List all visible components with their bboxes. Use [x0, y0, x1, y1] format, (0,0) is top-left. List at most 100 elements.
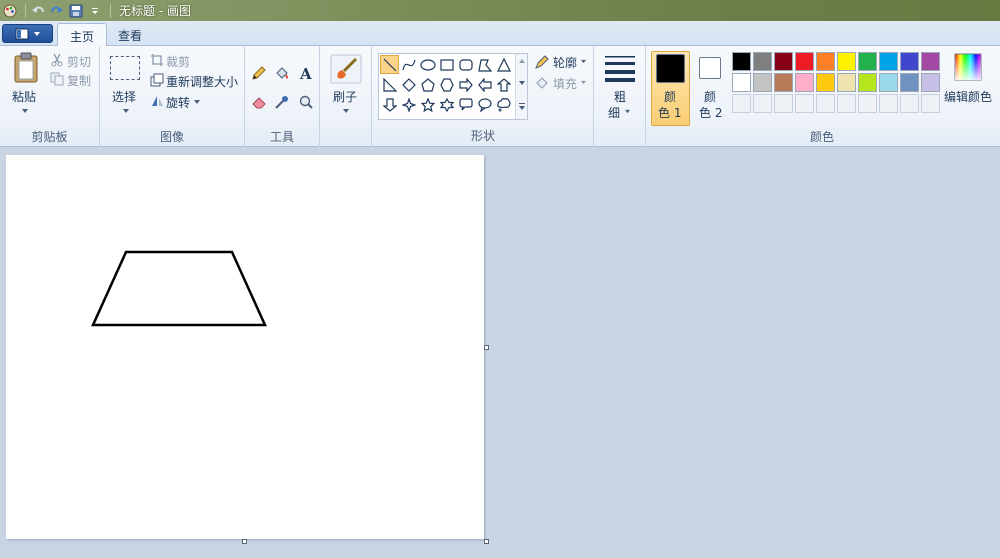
canvas-resize-handle-bottom[interactable] [242, 539, 247, 544]
qat-customize-chevron-icon[interactable] [87, 3, 103, 19]
palette-swatch[interactable] [732, 73, 751, 92]
custom-color-slot[interactable] [732, 94, 751, 113]
brushes-dropdown-chevron-icon[interactable] [342, 108, 350, 114]
cut-button[interactable]: 剪切 [67, 53, 91, 70]
rotate-dropdown-chevron-icon[interactable] [193, 99, 201, 105]
shape-line-icon[interactable] [380, 55, 399, 74]
save-icon[interactable] [68, 3, 84, 19]
shape-right-triangle-icon[interactable] [380, 75, 399, 94]
canvas-resize-handle-right[interactable] [484, 345, 489, 350]
palette-swatch[interactable] [795, 52, 814, 71]
custom-color-slot[interactable] [879, 94, 898, 113]
custom-color-slot[interactable] [858, 94, 877, 113]
brush-icon[interactable] [330, 54, 362, 84]
palette-swatch[interactable] [774, 73, 793, 92]
pencil-icon[interactable] [249, 63, 269, 83]
paste-button[interactable]: 粘贴 [12, 88, 36, 105]
custom-color-slot[interactable] [774, 94, 793, 113]
shape-triangle-icon[interactable] [494, 55, 513, 74]
size-dropdown-chevron-icon[interactable] [624, 109, 631, 114]
shapes-scroll-up-icon[interactable] [518, 58, 526, 64]
shape-pentagon-icon[interactable] [418, 75, 437, 94]
palette-swatch[interactable] [879, 52, 898, 71]
shapes-scroll-down-icon[interactable] [518, 80, 526, 86]
paint-menu-button[interactable] [2, 24, 53, 43]
palette-swatch[interactable] [795, 73, 814, 92]
size-icon[interactable] [604, 54, 636, 82]
palette-swatch[interactable] [753, 73, 772, 92]
redo-icon[interactable] [49, 3, 65, 19]
paint-app-icon[interactable] [2, 3, 18, 19]
tab-view[interactable]: 查看 [106, 23, 154, 47]
fill-icon[interactable] [272, 63, 292, 83]
palette-swatch[interactable] [732, 52, 751, 71]
shape-four-point-star-icon[interactable] [399, 95, 418, 114]
custom-color-slot[interactable] [921, 94, 940, 113]
drawing-canvas[interactable] [6, 155, 484, 539]
fill-button[interactable]: 填充 [553, 75, 577, 92]
palette-swatch[interactable] [753, 52, 772, 71]
custom-color-slot[interactable] [900, 94, 919, 113]
shape-cloud-callout-icon[interactable] [494, 95, 513, 114]
palette-swatch[interactable] [921, 52, 940, 71]
palette-swatch[interactable] [837, 52, 856, 71]
edit-colors-icon[interactable] [954, 53, 982, 81]
outline-button[interactable]: 轮廓 [553, 54, 577, 71]
copy-button[interactable]: 复制 [67, 72, 91, 89]
palette-swatch[interactable] [816, 73, 835, 92]
shape-six-point-star-icon[interactable] [437, 95, 456, 114]
canvas-resize-handle-corner[interactable] [484, 539, 489, 544]
shape-curve-icon[interactable] [399, 55, 418, 74]
outline-dropdown-chevron-icon[interactable] [580, 59, 587, 64]
rotate-button[interactable]: 旋转 [166, 94, 190, 111]
shape-five-point-star-icon[interactable] [418, 95, 437, 114]
shape-down-arrow-icon[interactable] [380, 95, 399, 114]
shape-oval-callout-icon[interactable] [475, 95, 494, 114]
undo-icon[interactable] [30, 3, 46, 19]
custom-color-slot[interactable] [837, 94, 856, 113]
palette-swatch[interactable] [858, 52, 877, 71]
color-picker-icon[interactable] [272, 92, 292, 112]
palette-swatch[interactable] [900, 73, 919, 92]
shape-left-arrow-icon[interactable] [475, 75, 494, 94]
palette-swatch[interactable] [816, 52, 835, 71]
custom-color-slot[interactable] [816, 94, 835, 113]
shape-oval-icon[interactable] [418, 55, 437, 74]
resize-button[interactable]: 重新调整大小 [166, 73, 238, 90]
paste-dropdown-chevron-icon[interactable] [21, 108, 29, 114]
magnifier-icon[interactable] [296, 92, 316, 112]
fill-dropdown-chevron-icon[interactable] [580, 80, 587, 85]
select-dropdown-chevron-icon[interactable] [122, 108, 130, 114]
tab-home[interactable]: 主页 [57, 23, 108, 47]
palette-swatch[interactable] [837, 73, 856, 92]
shape-up-arrow-icon[interactable] [494, 75, 513, 94]
palette-swatch[interactable] [858, 73, 877, 92]
size-label-line2[interactable]: 细 [608, 104, 620, 121]
shape-rounded-callout-icon[interactable] [456, 95, 475, 114]
edit-colors-button[interactable]: 编辑颜色 [944, 88, 992, 105]
brushes-button[interactable]: 刷子 [333, 88, 357, 105]
text-icon[interactable]: A [296, 63, 316, 83]
crop-button[interactable]: 裁剪 [166, 53, 190, 70]
trapezoid-shape[interactable] [91, 250, 267, 327]
select-icon[interactable] [110, 56, 140, 80]
size-label-line1[interactable]: 粗 [614, 88, 626, 105]
color1-swatch[interactable] [656, 54, 685, 83]
shape-hexagon-icon[interactable] [437, 75, 456, 94]
palette-swatch[interactable] [900, 52, 919, 71]
shapes-expand-icon[interactable] [518, 102, 526, 112]
shapes-scrollbar[interactable] [515, 54, 527, 119]
shape-polygon-icon[interactable] [475, 55, 494, 74]
palette-swatch[interactable] [921, 73, 940, 92]
shape-right-arrow-icon[interactable] [456, 75, 475, 94]
select-button[interactable]: 选择 [112, 88, 136, 105]
eraser-icon[interactable] [249, 92, 269, 112]
shape-rounded-rectangle-icon[interactable] [456, 55, 475, 74]
shape-rectangle-icon[interactable] [437, 55, 456, 74]
shape-diamond-icon[interactable] [399, 75, 418, 94]
paste-icon[interactable] [11, 52, 41, 84]
palette-swatch[interactable] [879, 73, 898, 92]
color2-swatch[interactable] [699, 57, 721, 79]
palette-swatch[interactable] [774, 52, 793, 71]
custom-color-slot[interactable] [795, 94, 814, 113]
